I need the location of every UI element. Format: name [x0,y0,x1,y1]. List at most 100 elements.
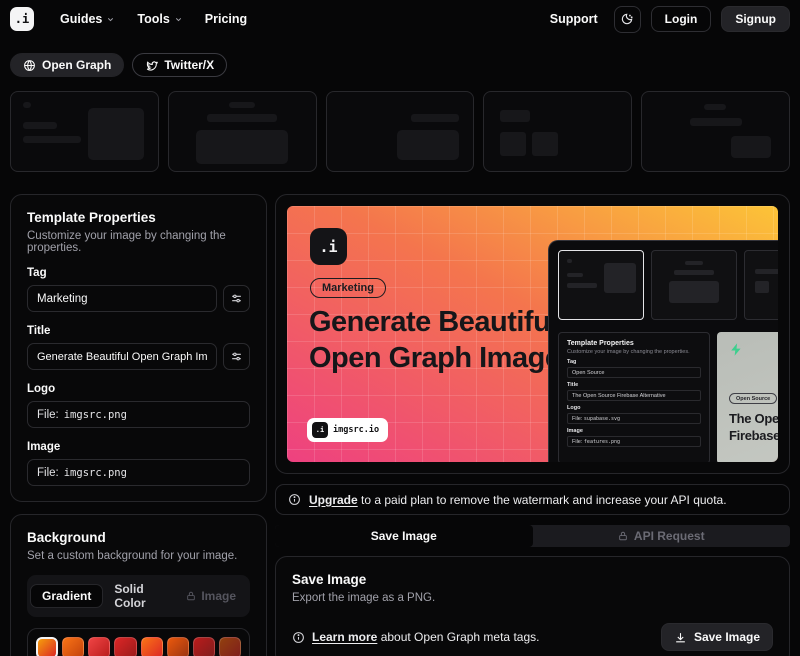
tab-open-graph[interactable]: Open Graph [10,53,124,77]
thumb-shape [207,114,277,122]
gradient-swatch[interactable] [62,637,84,656]
mini-shape [669,281,719,303]
template-thumbnail-3[interactable] [326,91,475,172]
tab-twitter-x-label: Twitter/X [164,58,214,72]
gradient-swatch[interactable] [167,637,189,656]
mini-file-name: supabase.svg [584,416,620,422]
learn-more-row: Learn more about Open Graph meta tags. [292,630,539,644]
tab-gradient[interactable]: Gradient [30,584,103,608]
thumb-shape [23,136,81,143]
app-logo[interactable]: .i [10,7,34,31]
gradient-swatch[interactable] [88,637,110,656]
globe-icon [23,59,36,72]
thumb-shape [704,104,726,110]
tab-open-graph-label: Open Graph [42,58,111,72]
mini-logo-label: Logo [567,405,701,411]
gradient-swatch[interactable] [193,637,215,656]
upgrade-rest: to a paid plan to remove the watermark a… [358,493,727,507]
template-thumbnail-2[interactable] [168,91,317,172]
signup-button[interactable]: Signup [721,6,790,32]
chevron-down-icon [106,15,115,24]
mini-card-tag: Open Source [729,393,777,404]
template-properties-panel: Template Properties Customize your image… [10,194,267,502]
gradient-swatch[interactable] [36,637,58,656]
logo-label: Logo [27,383,250,395]
panel-title: Save Image [292,572,773,587]
thumb-shape [88,108,144,160]
mini-panel-subtitle: Customize your image by changing the pro… [567,349,701,355]
save-image-button[interactable]: Save Image [661,623,773,651]
mini-tag-label: Tag [567,359,701,365]
mini-image-input: File: features.png [567,436,701,447]
thumb-shape [397,130,459,160]
page: .i Guides Tools Pricing [0,0,800,656]
og-title: Generate Beautiful Open Graph Images [309,305,576,376]
tag-options-button[interactable] [223,285,250,312]
gradient-swatch[interactable] [141,637,163,656]
thumb-shape [23,122,57,129]
thumb-shape [411,114,459,122]
download-icon [674,631,687,644]
header: .i Guides Tools Pricing [10,0,790,38]
gradient-swatch[interactable] [219,637,241,656]
panel-subtitle: Set a custom background for your image. [27,550,250,562]
tab-image[interactable]: Image [175,585,247,607]
mini-image-label: Image [567,428,701,434]
thumb-shape [229,102,255,108]
nav-tools-label: Tools [137,12,169,26]
template-thumbnail-4[interactable] [483,91,632,172]
swatch-grid [36,637,241,656]
tab-image-label: Image [201,589,236,603]
sliders-icon [230,350,243,363]
title-input[interactable] [27,343,217,370]
upgrade-notice-text: Upgrade to a paid plan to remove the wat… [309,493,727,507]
tag-input[interactable] [27,285,217,312]
file-prefix: File: [37,467,59,479]
learn-more-text: Learn more about Open Graph meta tags. [312,630,539,644]
mini-shape [567,273,583,277]
og-image-preview-card: .i Marketing Generate Beautiful Open Gra… [275,194,790,474]
mini-thumbnail [744,250,778,320]
panel-subtitle: Export the image as a PNG. [292,592,773,604]
mini-title-label: Title [567,382,701,388]
gradient-swatch[interactable] [114,637,136,656]
mini-file-prefix: File: [572,416,582,422]
mini-thumbnails [558,250,771,320]
tab-solid-color[interactable]: Solid Color [103,578,175,614]
nav-support[interactable]: Support [550,12,598,26]
title-options-button[interactable] [223,343,250,370]
twitter-bird-icon [145,59,158,72]
template-thumbnail-1[interactable] [10,91,159,172]
panel-title: Template Properties [27,210,250,225]
mini-shape [567,259,572,263]
upgrade-link[interactable]: Upgrade [309,493,358,507]
nav-pricing[interactable]: Pricing [205,12,247,26]
title-label: Title [27,325,250,337]
thumb-shape [23,102,31,108]
watermark: .i imgsrc.io [307,418,388,442]
login-button[interactable]: Login [651,6,712,32]
main-nav: Guides Tools Pricing [60,12,247,26]
image-file-input[interactable]: File: imgsrc.png [27,459,250,486]
tab-api-request[interactable]: API Request [533,525,791,547]
background-panel: Background Set a custom background for y… [10,514,267,656]
tab-twitter-x[interactable]: Twitter/X [132,53,227,77]
lock-icon [186,591,196,601]
mini-tag-input: Open Source [567,367,701,378]
theme-toggle-button[interactable] [614,6,641,33]
og-title-line2: Open Graph Images [309,342,576,374]
nav-guides[interactable]: Guides [60,12,115,26]
nav-tools[interactable]: Tools [137,12,182,26]
info-icon [292,631,305,644]
mini-title-value: The Open Source Firebase Alternative [572,393,666,399]
template-thumbnail-5[interactable] [641,91,790,172]
logo-file-input[interactable]: File: imgsrc.png [27,401,250,428]
mini-title-input: The Open Source Firebase Alternative [567,390,701,401]
thumb-shape [532,132,558,156]
tab-save-image[interactable]: Save Image [275,525,533,547]
mini-template-properties: Template Properties Customize your image… [558,332,710,462]
learn-more-link[interactable]: Learn more [312,630,377,644]
file-prefix: File: [37,409,59,421]
og-image: .i Marketing Generate Beautiful Open Gra… [287,206,778,462]
mini-thumbnail [651,250,737,320]
